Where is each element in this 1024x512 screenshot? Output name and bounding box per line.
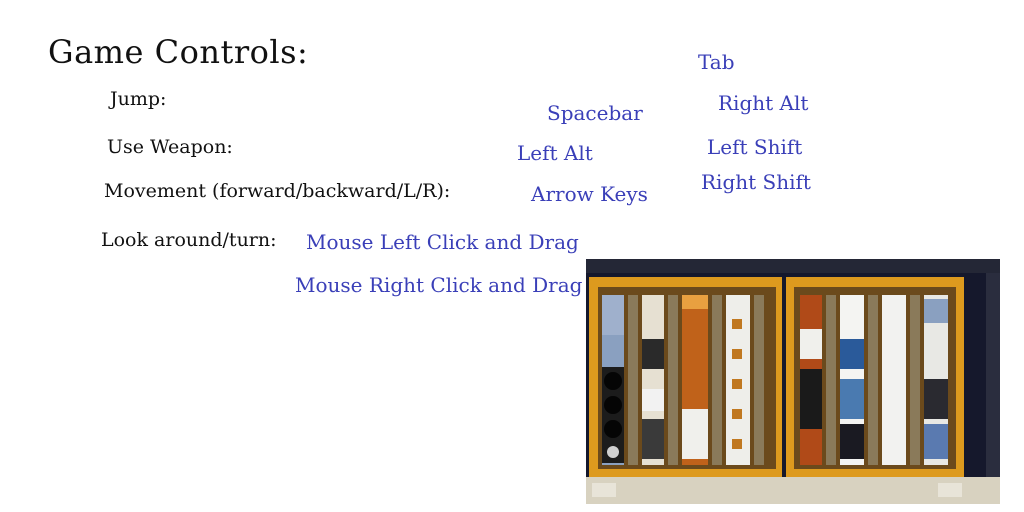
right-alt-key-text: Right Alt (718, 91, 809, 115)
mouse-left-text: Mouse Left Click and Drag (306, 230, 579, 254)
arrow-keys-text: Arrow Keys (531, 182, 648, 206)
tab-key-text: Tab (698, 50, 735, 74)
sample-panel-photo (586, 259, 1000, 504)
left-alt-key-text: Left Alt (517, 141, 593, 165)
slide: Game Controls: Jump: Use Weapon: Movemen… (0, 0, 1024, 512)
look-label: Look around/turn: (101, 229, 277, 251)
movement-label: Movement (forward/backward/L/R): (104, 180, 451, 202)
use-weapon-label: Use Weapon: (107, 136, 233, 158)
right-shift-key-text: Right Shift (701, 170, 811, 194)
jump-label: Jump: (110, 88, 167, 110)
mouse-right-text: Mouse Right Click and Drag (295, 273, 583, 297)
left-shift-key-text: Left Shift (707, 135, 803, 159)
page-title: Game Controls: (48, 33, 309, 71)
spacebar-key-text: Spacebar (547, 101, 643, 125)
